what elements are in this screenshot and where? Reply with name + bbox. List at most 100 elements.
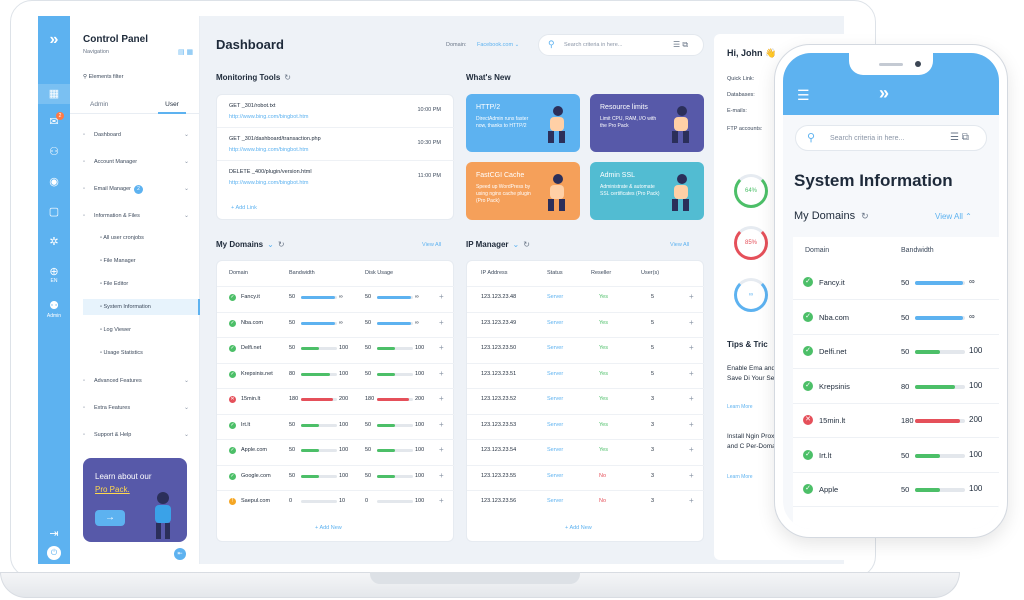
domain-name[interactable]: Nba.com [819,313,849,322]
plus-icon[interactable]: + [689,471,694,480]
table-row[interactable]: 123.123.23.55 Server No 3 + [467,465,705,490]
monitoring-row[interactable]: GET _301/robot.txt http://www.bing.com/bi… [229,103,441,120]
sidebar-item[interactable]: ▫ Support & Help ⌄ [83,428,189,442]
plus-icon[interactable]: + [439,471,444,480]
refresh-icon[interactable]: ↻ [278,240,285,249]
layout-toggle-icon[interactable]: ▤ ▦ [178,48,193,56]
ip-address[interactable]: 123.123.23.51 [481,371,516,377]
domain-name[interactable]: Irt.lt [819,451,832,460]
request-url[interactable]: http://www.bing.com/bingbot.htm [229,114,441,120]
filter-icon[interactable]: ☰ ⧉ [673,40,688,50]
sidebar-subitem[interactable]: ▫ Log Viewer [100,322,200,338]
collapse-icon[interactable]: ⇤ [174,548,186,560]
plus-icon[interactable]: + [689,369,694,378]
domain-name[interactable]: Saepul.com [241,498,270,504]
sidebar-subitem[interactable]: ▫ System Information [83,299,200,315]
monitoring-row[interactable]: DELETE _400/plugin/version.html http://ww… [229,169,441,186]
table-row[interactable]: ✓ Fancy.it 50 ∞ 50 ∞ + [217,286,455,311]
table-row[interactable]: ✕ 15min.lt 180 200 180 200 + [217,388,455,413]
table-row[interactable]: 123.123.23.52 Server Yes 3 + [467,388,705,413]
add-ip-button[interactable]: + Add New [565,525,592,531]
table-row[interactable]: 123.123.23.54 Server Yes 3 + [467,439,705,464]
plus-icon[interactable]: + [689,496,694,505]
table-row[interactable]: 123.123.23.48 Server Yes 5 + [467,286,705,311]
table-row[interactable]: 123.123.23.50 Server Yes 5 + [467,337,705,362]
refresh-icon[interactable]: ↻ [523,240,530,249]
domain-name[interactable]: Krepsinis [819,382,850,391]
table-row[interactable]: ✓ Irt.lt 50 100 50 100 + [217,414,455,439]
plus-icon[interactable]: + [689,394,694,403]
table-row[interactable]: ✓ Fancy.it 50 ∞ [793,265,999,300]
phone-search-input[interactable]: Search criteria in here... [830,135,904,142]
domain-name[interactable]: Apple.com [241,447,267,453]
add-domain-button[interactable]: + Add New [315,525,342,531]
table-row[interactable]: ✓ Krepsinis.net 80 100 50 100 + [217,363,455,388]
phone-view-all[interactable]: View All ⌃ [935,212,972,221]
tab-user[interactable]: User [158,101,186,114]
sidebar-item[interactable]: ▫ Information & Files ⌄ [83,209,189,223]
phone-search-bar[interactable]: ⚲ Search criteria in here... ☰ ⧉ [795,125,987,151]
ip-address[interactable]: 123.123.23.56 [481,498,516,504]
table-row[interactable]: ! Saepul.com 0 10 0 100 + [217,490,455,515]
table-row[interactable]: ✕ 15min.lt 180 200 [793,403,999,438]
table-row[interactable]: ✓ Nba.com 50 ∞ 50 ∞ + [217,312,455,337]
pro-pack-promo[interactable]: Learn about our Pro Pack. → [83,458,187,542]
settings-icon[interactable]: ✲ [46,234,62,250]
domain-name[interactable]: Fancy.it [241,294,260,300]
news-card[interactable]: Resource limits Limit CPU, RAM, I/O with … [590,94,704,152]
plus-icon[interactable]: + [439,394,444,403]
account-icon[interactable]: ◉ [46,174,62,190]
table-row[interactable]: 123.123.23.51 Server Yes 5 + [467,363,705,388]
ip-address[interactable]: 123.123.23.48 [481,294,516,300]
plus-icon[interactable]: + [439,445,444,454]
ip-address[interactable]: 123.123.23.49 [481,320,516,326]
sidebar-item[interactable]: ▫ Dashboard ⌄ [83,128,189,142]
plus-icon[interactable]: + [439,292,444,301]
plus-icon[interactable]: + [689,420,694,429]
news-card[interactable]: Admin SSL Administrate & automate SSL cer… [590,162,704,220]
plus-icon[interactable]: + [439,420,444,429]
domain-name[interactable]: Krepsinis.net [241,371,273,377]
table-row[interactable]: 123.123.23.56 Server No 3 + [467,490,705,515]
logout-icon[interactable]: ⇥ [46,526,62,542]
admin-icon[interactable]: ⚉ [46,298,62,314]
request-url[interactable]: http://www.bing.com/bingbot.htm [229,180,441,186]
news-card[interactable]: HTTP/2 DirectAdmin runs faster now, thank… [466,94,580,152]
plus-icon[interactable]: + [439,369,444,378]
tab-admin[interactable]: Admin [90,101,108,108]
table-row[interactable]: ✓ Irt.lt 50 100 [793,438,999,473]
sidebar-subitem[interactable]: ▫ File Editor [100,276,200,292]
plus-icon[interactable]: + [439,318,444,327]
grid-icon[interactable]: ▦ [38,84,70,104]
domain-name[interactable]: 15min.lt [819,416,845,425]
domain-name[interactable]: Delfi.net [819,347,847,356]
refresh-icon[interactable]: ↻ [861,211,869,221]
domain-name[interactable]: Fancy.it [819,278,845,287]
domain-name[interactable]: Apple [819,485,838,494]
promo-link[interactable]: Pro Pack. [95,485,130,494]
table-row[interactable]: ✓ Apple 50 100 [793,472,999,507]
sidebar-subitem[interactable]: ▫ Usage Statistics [100,345,200,361]
lock-icon[interactable]: ▢ [46,204,62,220]
table-row[interactable]: ✓ Apple.com 50 100 50 100 + [217,439,455,464]
sidebar-item[interactable]: ▫ Extra Features ⌄ [83,401,189,415]
sidebar-item[interactable]: ▫ Email Manager 2 ⌄ [83,182,189,196]
domain-name[interactable]: Google.com [241,473,271,479]
domain-name[interactable]: Delfi.net [241,345,261,351]
domain-select[interactable]: Facebook.com ⌄ [477,42,519,48]
table-row[interactable]: ✓ Delfi.net 50 100 50 100 + [217,337,455,362]
users-icon[interactable]: ⚇ [46,144,62,160]
plus-icon[interactable]: + [689,318,694,327]
domain-name[interactable]: Nba.com [241,320,263,326]
table-row[interactable]: ✓ Nba.com 50 ∞ [793,300,999,335]
sidebar-subitem[interactable]: ▫ File Manager [100,253,200,269]
filter-icon[interactable]: ☰ ⧉ [950,132,969,143]
sidebar-subitem[interactable]: ▫ All user cronjobs [100,230,200,246]
domain-name[interactable]: 15min.lt [241,396,260,402]
monitoring-row[interactable]: GET _301/dashboard/transaction.php http:/… [229,136,441,153]
search-input[interactable]: Search criteria in here... [564,42,622,48]
table-row[interactable]: 123.123.23.53 Server Yes 3 + [467,414,705,439]
plus-icon[interactable]: + [689,343,694,352]
sidebar-item[interactable]: ▫ Advanced Features ⌄ [83,374,189,388]
plus-icon[interactable]: + [689,292,694,301]
